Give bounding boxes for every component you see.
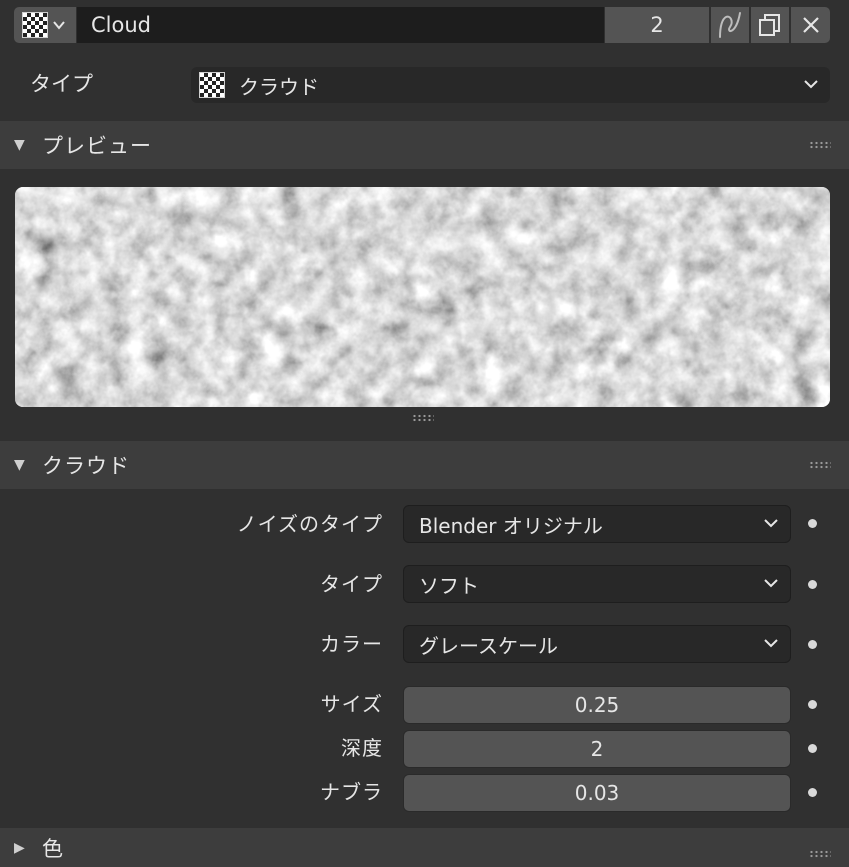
texture-preview-image <box>15 187 830 407</box>
color-value: グレースケール <box>419 633 558 658</box>
drag-grip-icon[interactable] <box>809 850 831 858</box>
nabla-label: ナブラ <box>320 780 383 804</box>
animate-dot-icon[interactable] <box>808 640 817 649</box>
panel-collapse-arrow-icon: ▼ <box>14 137 26 153</box>
duplicate-button[interactable] <box>751 7 789 43</box>
depth-field[interactable]: 2 <box>403 730 791 768</box>
drag-grip-icon[interactable] <box>809 461 831 469</box>
nabla-field[interactable]: 0.03 <box>403 774 791 812</box>
texture-type-value: クラウド <box>239 74 319 99</box>
fake-user-icon <box>719 12 741 38</box>
panel-collapse-arrow-icon: ▼ <box>14 457 26 473</box>
nabla-value: 0.03 <box>574 781 620 805</box>
cloud-type-label: タイプ <box>320 572 383 596</box>
animate-dot-icon[interactable] <box>808 788 817 797</box>
cloud-panel-header[interactable]: ▼ クラウド <box>0 441 849 489</box>
preview-panel-header[interactable]: ▼ プレビュー <box>0 121 849 169</box>
cloud-type-dropdown[interactable]: ソフト <box>403 565 791 603</box>
chevron-down-icon <box>764 579 778 588</box>
size-field[interactable]: 0.25 <box>403 686 791 724</box>
chevron-down-icon <box>764 519 778 528</box>
cloud-panel-title: クラウド <box>42 454 130 478</box>
animate-dot-icon[interactable] <box>808 744 817 753</box>
color-panel-header[interactable]: ▶ 色 <box>0 828 849 867</box>
preview-resize-grip-icon[interactable] <box>412 414 434 422</box>
fake-user-button[interactable] <box>711 7 749 43</box>
texture-type-dropdown[interactable]: クラウド <box>191 67 830 103</box>
close-icon <box>802 17 819 33</box>
unlink-button[interactable] <box>791 7 830 43</box>
type-label: タイプ <box>30 72 93 96</box>
color-panel-title: 色 <box>42 836 64 861</box>
color-label: カラー <box>320 632 383 656</box>
depth-label: 深度 <box>341 736 383 760</box>
animate-dot-icon[interactable] <box>808 700 817 709</box>
texture-name: Cloud <box>91 13 151 37</box>
chevron-down-icon <box>764 639 778 648</box>
drag-grip-icon[interactable] <box>809 141 831 149</box>
preview-panel-title: プレビュー <box>42 134 152 158</box>
size-label: サイズ <box>320 692 383 716</box>
checker-texture-icon <box>22 12 48 38</box>
chevron-down-icon <box>804 80 818 89</box>
user-count: 2 <box>650 13 664 37</box>
cloud-type-value: ソフト <box>419 573 479 598</box>
noise-type-dropdown[interactable]: Blender オリジナル <box>403 505 791 543</box>
texture-name-field[interactable]: Cloud <box>77 7 604 43</box>
user-count-button[interactable]: 2 <box>605 7 709 43</box>
browse-texture-button[interactable] <box>14 7 76 43</box>
chevron-down-icon <box>53 21 65 30</box>
animate-dot-icon[interactable] <box>808 519 817 528</box>
duplicate-icon <box>759 14 780 36</box>
cloud-noise-preview <box>15 187 830 407</box>
noise-type-value: Blender オリジナル <box>419 513 603 538</box>
noise-type-label: ノイズのタイプ <box>236 512 383 536</box>
color-dropdown[interactable]: グレースケール <box>403 625 791 663</box>
size-value: 0.25 <box>574 693 620 717</box>
depth-value: 2 <box>590 737 604 761</box>
checker-texture-icon <box>199 72 225 98</box>
panel-expand-arrow-icon: ▶ <box>14 839 26 856</box>
animate-dot-icon[interactable] <box>808 580 817 589</box>
